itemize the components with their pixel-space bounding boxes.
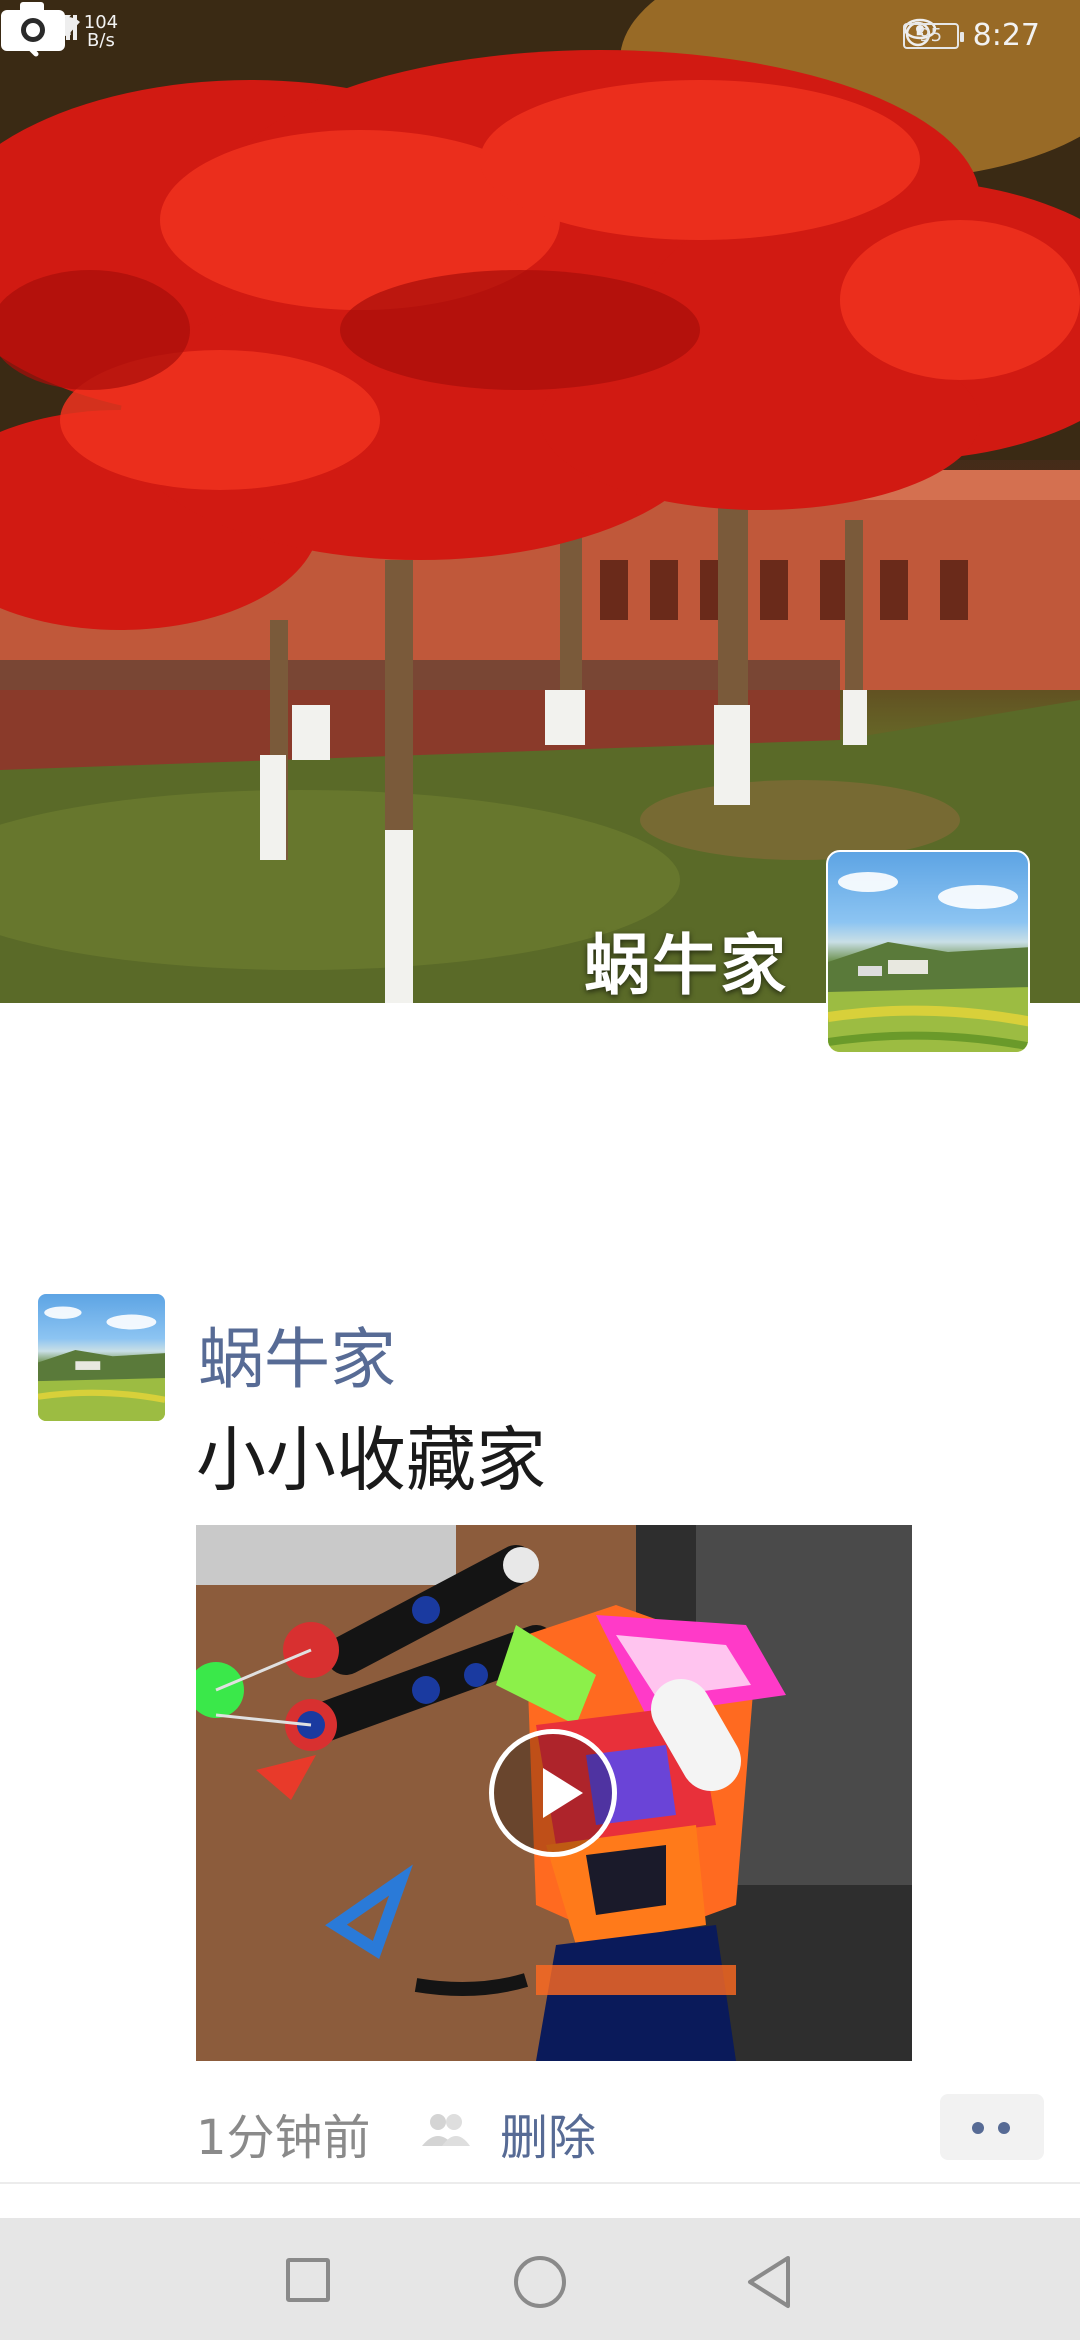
friends-icon bbox=[422, 2114, 470, 2146]
triangle-back-icon bbox=[748, 2256, 790, 2308]
post-video[interactable] bbox=[196, 1525, 912, 2061]
avatar-image bbox=[38, 1306, 165, 1421]
more-actions-button[interactable] bbox=[940, 2094, 1044, 2160]
system-navigation-bar bbox=[0, 2218, 1080, 2340]
avatar-image bbox=[828, 872, 1028, 1052]
battery-indicator: 95 bbox=[902, 22, 964, 49]
delete-button[interactable]: 删除 bbox=[500, 2098, 596, 2168]
post-text: 小小收藏家 bbox=[196, 1419, 546, 1501]
cover-username: 蜗牛家 bbox=[584, 927, 788, 1003]
divider bbox=[0, 2182, 1080, 2184]
camera-icon bbox=[1, 2, 65, 51]
post-footer: 1分钟前 删除 bbox=[196, 2094, 1046, 2166]
recent-apps-button[interactable] bbox=[286, 2258, 330, 2302]
status-time: 8:27 bbox=[972, 18, 1040, 53]
system-back-button[interactable] bbox=[744, 2254, 794, 2310]
camera-button[interactable] bbox=[0, 0, 66, 52]
status-bar: 4G 104 B/s 9 bbox=[0, 0, 1080, 70]
post-author-name[interactable]: 蜗牛家 bbox=[198, 1306, 396, 1402]
post-author-avatar[interactable] bbox=[38, 1294, 165, 1421]
network-speed-unit: B/s bbox=[87, 30, 115, 51]
post-timestamp: 1分钟前 bbox=[196, 2110, 371, 2166]
home-button[interactable] bbox=[514, 2256, 566, 2308]
network-speed: 104 B/s bbox=[84, 14, 118, 50]
more-dots-icon bbox=[972, 2122, 984, 2134]
profile-avatar[interactable] bbox=[826, 850, 1030, 1054]
more-dots-icon bbox=[998, 2122, 1010, 2134]
play-button[interactable] bbox=[489, 1729, 617, 1857]
